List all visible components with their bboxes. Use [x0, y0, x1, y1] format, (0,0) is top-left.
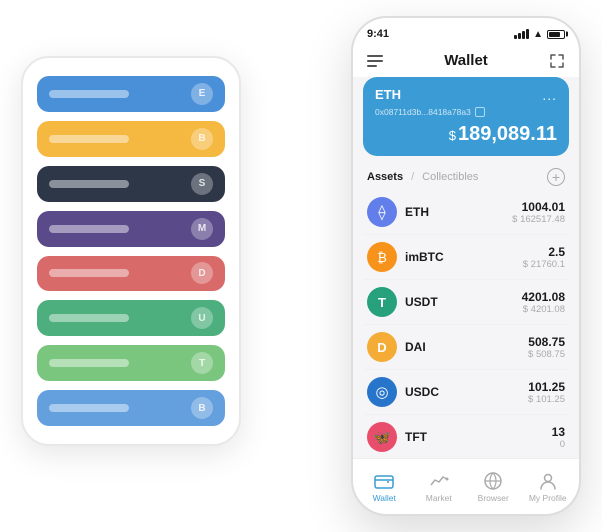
- eth-address: 0x08711d3b...8418a78a3: [375, 107, 557, 117]
- card-icon: E: [191, 83, 213, 105]
- menu-icon[interactable]: [367, 55, 383, 67]
- browser-nav-icon: [483, 471, 503, 491]
- wallet-card-2[interactable]: B: [37, 121, 225, 157]
- assets-header: Assets / Collectibles +: [353, 164, 579, 190]
- tab-assets[interactable]: Assets: [367, 171, 403, 183]
- token-icon-imbtc: ₿: [367, 242, 397, 272]
- eth-balance-card[interactable]: ETH ... 0x08711d3b...8418a78a3 $189,089.…: [363, 77, 569, 156]
- eth-card-menu-dots[interactable]: ...: [542, 87, 557, 103]
- nav-profile-label: My Profile: [529, 493, 567, 503]
- token-name-usdc: USDC: [405, 385, 528, 399]
- bottom-nav: Wallet Market Browser: [353, 458, 579, 514]
- token-name-eth: ETH: [405, 205, 512, 219]
- card-icon: T: [191, 352, 213, 374]
- nav-wallet-label: Wallet: [373, 493, 396, 503]
- card-icon: S: [191, 173, 213, 195]
- card-icon: D: [191, 262, 213, 284]
- profile-nav-icon: [538, 471, 558, 491]
- phone-header: Wallet: [353, 46, 579, 77]
- token-amounts-eth: 1004.01 $ 162517.48: [512, 200, 565, 225]
- token-icon-tft: 🦋: [367, 422, 397, 452]
- token-name-imbtc: imBTC: [405, 250, 523, 264]
- card-bar: [49, 90, 129, 98]
- wallet-card-6[interactable]: U: [37, 300, 225, 336]
- card-bar: [49, 269, 129, 277]
- token-amounts-usdt: 4201.08 $ 4201.08: [522, 290, 565, 315]
- wallet-card-1[interactable]: E: [37, 76, 225, 112]
- token-usd-tft: 0: [552, 439, 565, 450]
- card-bar: [49, 359, 129, 367]
- token-usd-dai: $ 508.75: [528, 349, 565, 360]
- token-amount-tft: 13: [552, 425, 565, 439]
- token-amount-eth: 1004.01: [512, 200, 565, 214]
- token-row-tft[interactable]: 🦋 TFT 13 0: [363, 415, 569, 458]
- token-row-eth[interactable]: ⟠ ETH 1004.01 $ 162517.48: [363, 190, 569, 235]
- nav-browser-label: Browser: [478, 493, 509, 503]
- scene: E B S M D U T B: [21, 16, 581, 516]
- nav-market-label: Market: [426, 493, 452, 503]
- bg-phone: E B S M D U T B: [21, 56, 241, 446]
- wifi-icon: ▲: [533, 29, 543, 40]
- status-icons: ▲: [514, 29, 565, 40]
- add-token-button[interactable]: +: [547, 168, 565, 186]
- token-row-dai[interactable]: D DAI 508.75 $ 508.75: [363, 325, 569, 370]
- card-icon: M: [191, 218, 213, 240]
- nav-market[interactable]: Market: [412, 471, 467, 503]
- assets-tabs: Assets / Collectibles: [367, 171, 478, 183]
- token-amounts-dai: 508.75 $ 508.75: [528, 335, 565, 360]
- fg-phone: 9:41 ▲ Wallet: [351, 16, 581, 516]
- status-time: 9:41: [367, 28, 389, 40]
- token-amounts-tft: 13 0: [552, 425, 565, 450]
- wallet-card-8[interactable]: B: [37, 390, 225, 426]
- token-name-dai: DAI: [405, 340, 528, 354]
- token-row-imbtc[interactable]: ₿ imBTC 2.5 $ 21760.1: [363, 235, 569, 280]
- token-name-usdt: USDT: [405, 295, 522, 309]
- copy-icon[interactable]: [475, 107, 485, 117]
- token-icon-usdt: T: [367, 287, 397, 317]
- wallet-card-7[interactable]: T: [37, 345, 225, 381]
- card-icon: U: [191, 307, 213, 329]
- wallet-nav-icon: [374, 471, 394, 491]
- token-usd-eth: $ 162517.48: [512, 214, 565, 225]
- token-list: ⟠ ETH 1004.01 $ 162517.48 ₿ imBTC 2.5 $ …: [353, 190, 579, 458]
- token-amounts-imbtc: 2.5 $ 21760.1: [523, 245, 565, 270]
- signal-icon: [514, 29, 529, 39]
- eth-card-title: ETH: [375, 87, 401, 102]
- token-icon-usdc: ◎: [367, 377, 397, 407]
- card-bar: [49, 180, 129, 188]
- card-bar: [49, 135, 129, 143]
- token-name-tft: TFT: [405, 430, 552, 444]
- market-nav-icon: [429, 471, 449, 491]
- token-amount-usdt: 4201.08: [522, 290, 565, 304]
- battery-icon: [547, 30, 565, 39]
- token-amount-imbtc: 2.5: [523, 245, 565, 259]
- card-bar: [49, 225, 129, 233]
- status-bar: 9:41 ▲: [353, 18, 579, 46]
- token-row-usdt[interactable]: T USDT 4201.08 $ 4201.08: [363, 280, 569, 325]
- page-title: Wallet: [444, 52, 488, 69]
- expand-icon[interactable]: [549, 53, 565, 69]
- token-amounts-usdc: 101.25 $ 101.25: [528, 380, 565, 405]
- wallet-card-5[interactable]: D: [37, 256, 225, 292]
- token-usd-imbtc: $ 21760.1: [523, 259, 565, 270]
- token-icon-dai: D: [367, 332, 397, 362]
- nav-browser[interactable]: Browser: [466, 471, 521, 503]
- token-row-usdc[interactable]: ◎ USDC 101.25 $ 101.25: [363, 370, 569, 415]
- eth-balance: $189,089.11: [375, 123, 557, 146]
- card-bar: [49, 314, 129, 322]
- token-amount-usdc: 101.25: [528, 380, 565, 394]
- token-amount-dai: 508.75: [528, 335, 565, 349]
- token-usd-usdt: $ 4201.08: [522, 304, 565, 315]
- nav-wallet[interactable]: Wallet: [357, 471, 412, 503]
- card-icon: B: [191, 128, 213, 150]
- tab-collectibles[interactable]: Collectibles: [422, 171, 478, 183]
- tab-separator: /: [411, 171, 414, 183]
- wallet-card-4[interactable]: M: [37, 211, 225, 247]
- token-usd-usdc: $ 101.25: [528, 394, 565, 405]
- token-icon-eth: ⟠: [367, 197, 397, 227]
- card-bar: [49, 404, 129, 412]
- wallet-card-3[interactable]: S: [37, 166, 225, 202]
- nav-profile[interactable]: My Profile: [521, 471, 576, 503]
- card-icon: B: [191, 397, 213, 419]
